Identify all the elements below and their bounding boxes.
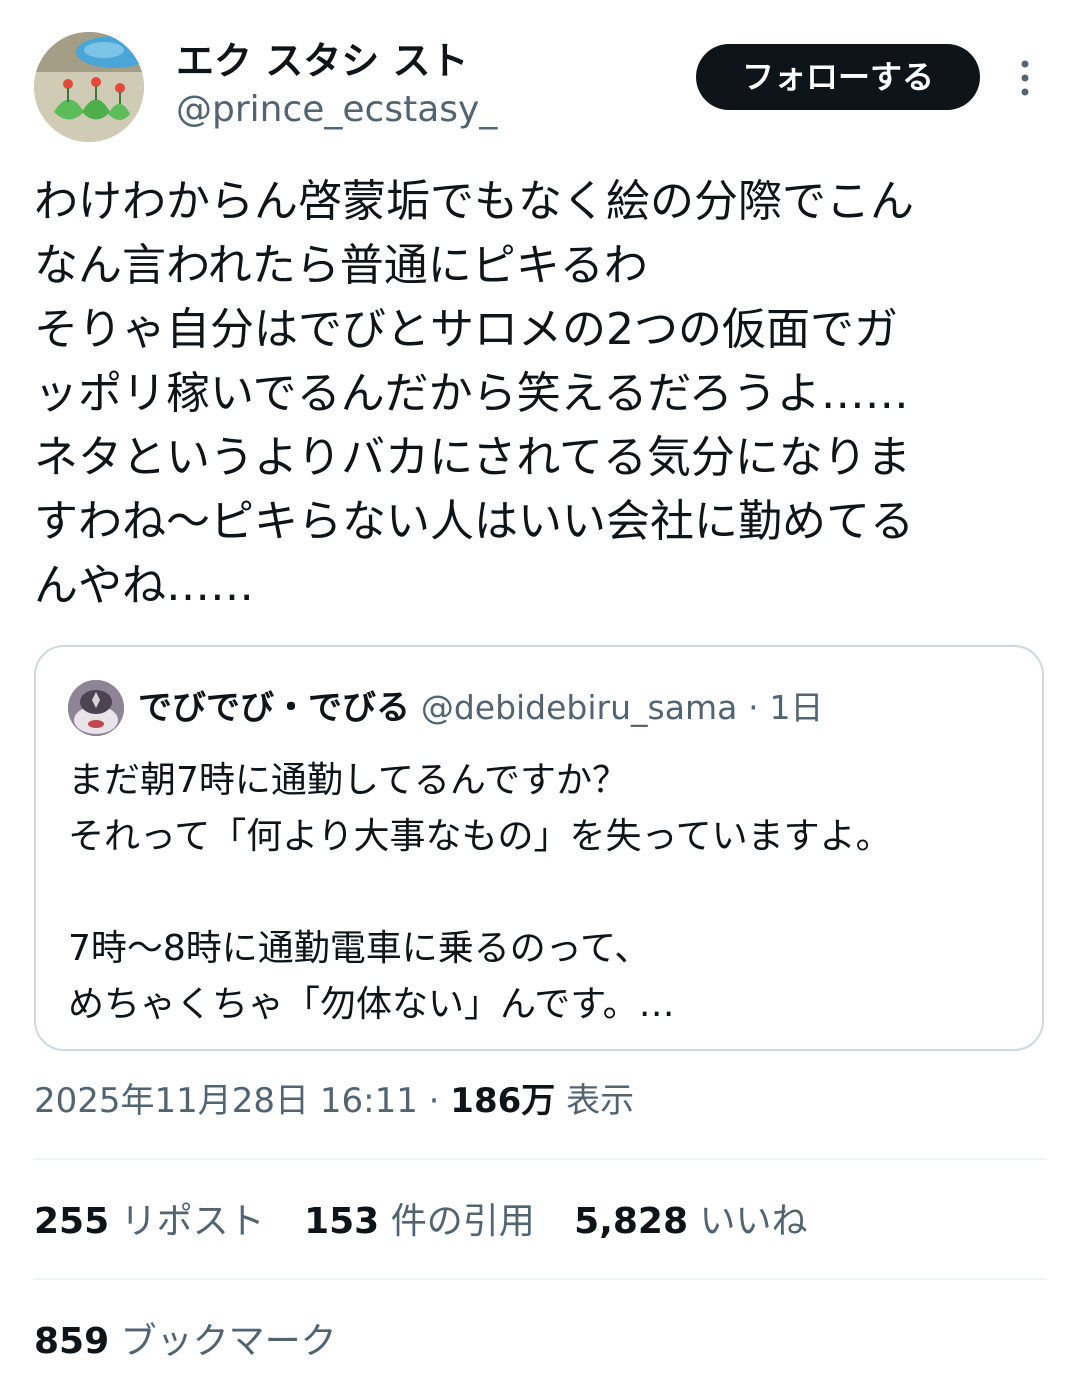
tweet-line: ネタというよりバカにされてる気分になりま [34,432,911,483]
author-display-name[interactable]: エク スタシ スト [176,38,468,84]
quoted-tweet-text: まだ朝7時に通勤してるんですか？ それって「何より大事なもの」を失っていますよ。… [68,753,1018,1033]
tweet-line: なん言われたら普通にピキるわ [34,240,648,291]
quoted-tweet-age[interactable]: 1日 [769,688,823,727]
reposts-label: リポスト [120,1201,265,1242]
follow-button[interactable]: フォローする [696,44,980,110]
separator-dot: · [748,688,759,727]
tweet-line: すわね〜ピキらない人はいい会社に勤めてる [34,496,914,547]
divider [34,1158,1046,1160]
quoted-line: めちゃくちゃ「勿体ない」んです。… [68,984,675,1025]
tweet-line: ッポリ稼いでるんだから笑えるだろうよ…… [34,368,909,419]
tweet-line: そりゃ自分はでびとサロメの2つの仮面でガ [34,304,898,355]
bookmarks-label: ブックマーク [120,1321,337,1362]
tweet-header: エク スタシ スト @prince_ecstasy_ フォローする [0,0,1080,150]
quoted-author-name[interactable]: でびでび・でびる [138,688,410,728]
tweet-line: んやね…… [34,560,254,611]
views-count: 186万 [450,1081,556,1121]
quoted-tweet-card[interactable]: でびでび・でびる @debidebiru_sama · 1日 まだ朝7時に通勤し… [34,645,1044,1051]
likes-label: いいね [699,1201,808,1242]
more-vertical-icon[interactable] [1010,58,1040,98]
quoted-author-avatar[interactable] [68,680,124,736]
reposts-stat[interactable]: 255 リポスト [34,1196,265,1248]
quoted-line: それって「何より大事なもの」を失っていますよ。 [68,816,892,857]
bookmarks-count: 859 [34,1321,110,1362]
divider [34,1278,1046,1280]
likes-count: 5,828 [574,1201,689,1242]
tweet-timestamp[interactable]: 2025年11月28日 16:11 [34,1081,418,1121]
quoted-avatar-image [68,680,124,736]
author-avatar[interactable] [34,32,144,142]
quotes-stat[interactable]: 153 件の引用 [304,1196,535,1248]
author-handle[interactable]: @prince_ecstasy_ [176,88,497,132]
quoted-line: まだ朝7時に通勤してるんですか？ [68,760,629,801]
quoted-tweet-header: でびでび・でびる @debidebiru_sama · 1日 [138,683,823,733]
tweet-text: わけわからん啓蒙垢でもなく絵の分際でこん なん言われたら普通にピキるわ そりゃ自… [34,170,1044,618]
avatar-image [34,32,144,142]
tweet-meta: 2025年11月28日 16:11 · 186万 表示 [34,1076,634,1126]
quoted-line: 7時〜8時に通勤電車に乗るのって、 [68,928,651,969]
likes-stat[interactable]: 5,828 いいね [574,1196,807,1248]
engagement-stats: 255 リポスト 153 件の引用 5,828 いいね [34,1196,836,1248]
separator-dot: · [428,1081,440,1121]
quoted-author-handle[interactable]: @debidebiru_sama [421,688,738,727]
bookmarks-stat[interactable]: 859 ブックマーク [34,1316,337,1368]
quotes-count: 153 [304,1201,380,1242]
tweet-line: わけわからん啓蒙垢でもなく絵の分際でこん [34,176,914,227]
reposts-count: 255 [34,1201,110,1242]
quotes-label: 件の引用 [390,1201,535,1242]
views-label: 表示 [566,1081,635,1121]
quoted-line [68,865,1018,921]
